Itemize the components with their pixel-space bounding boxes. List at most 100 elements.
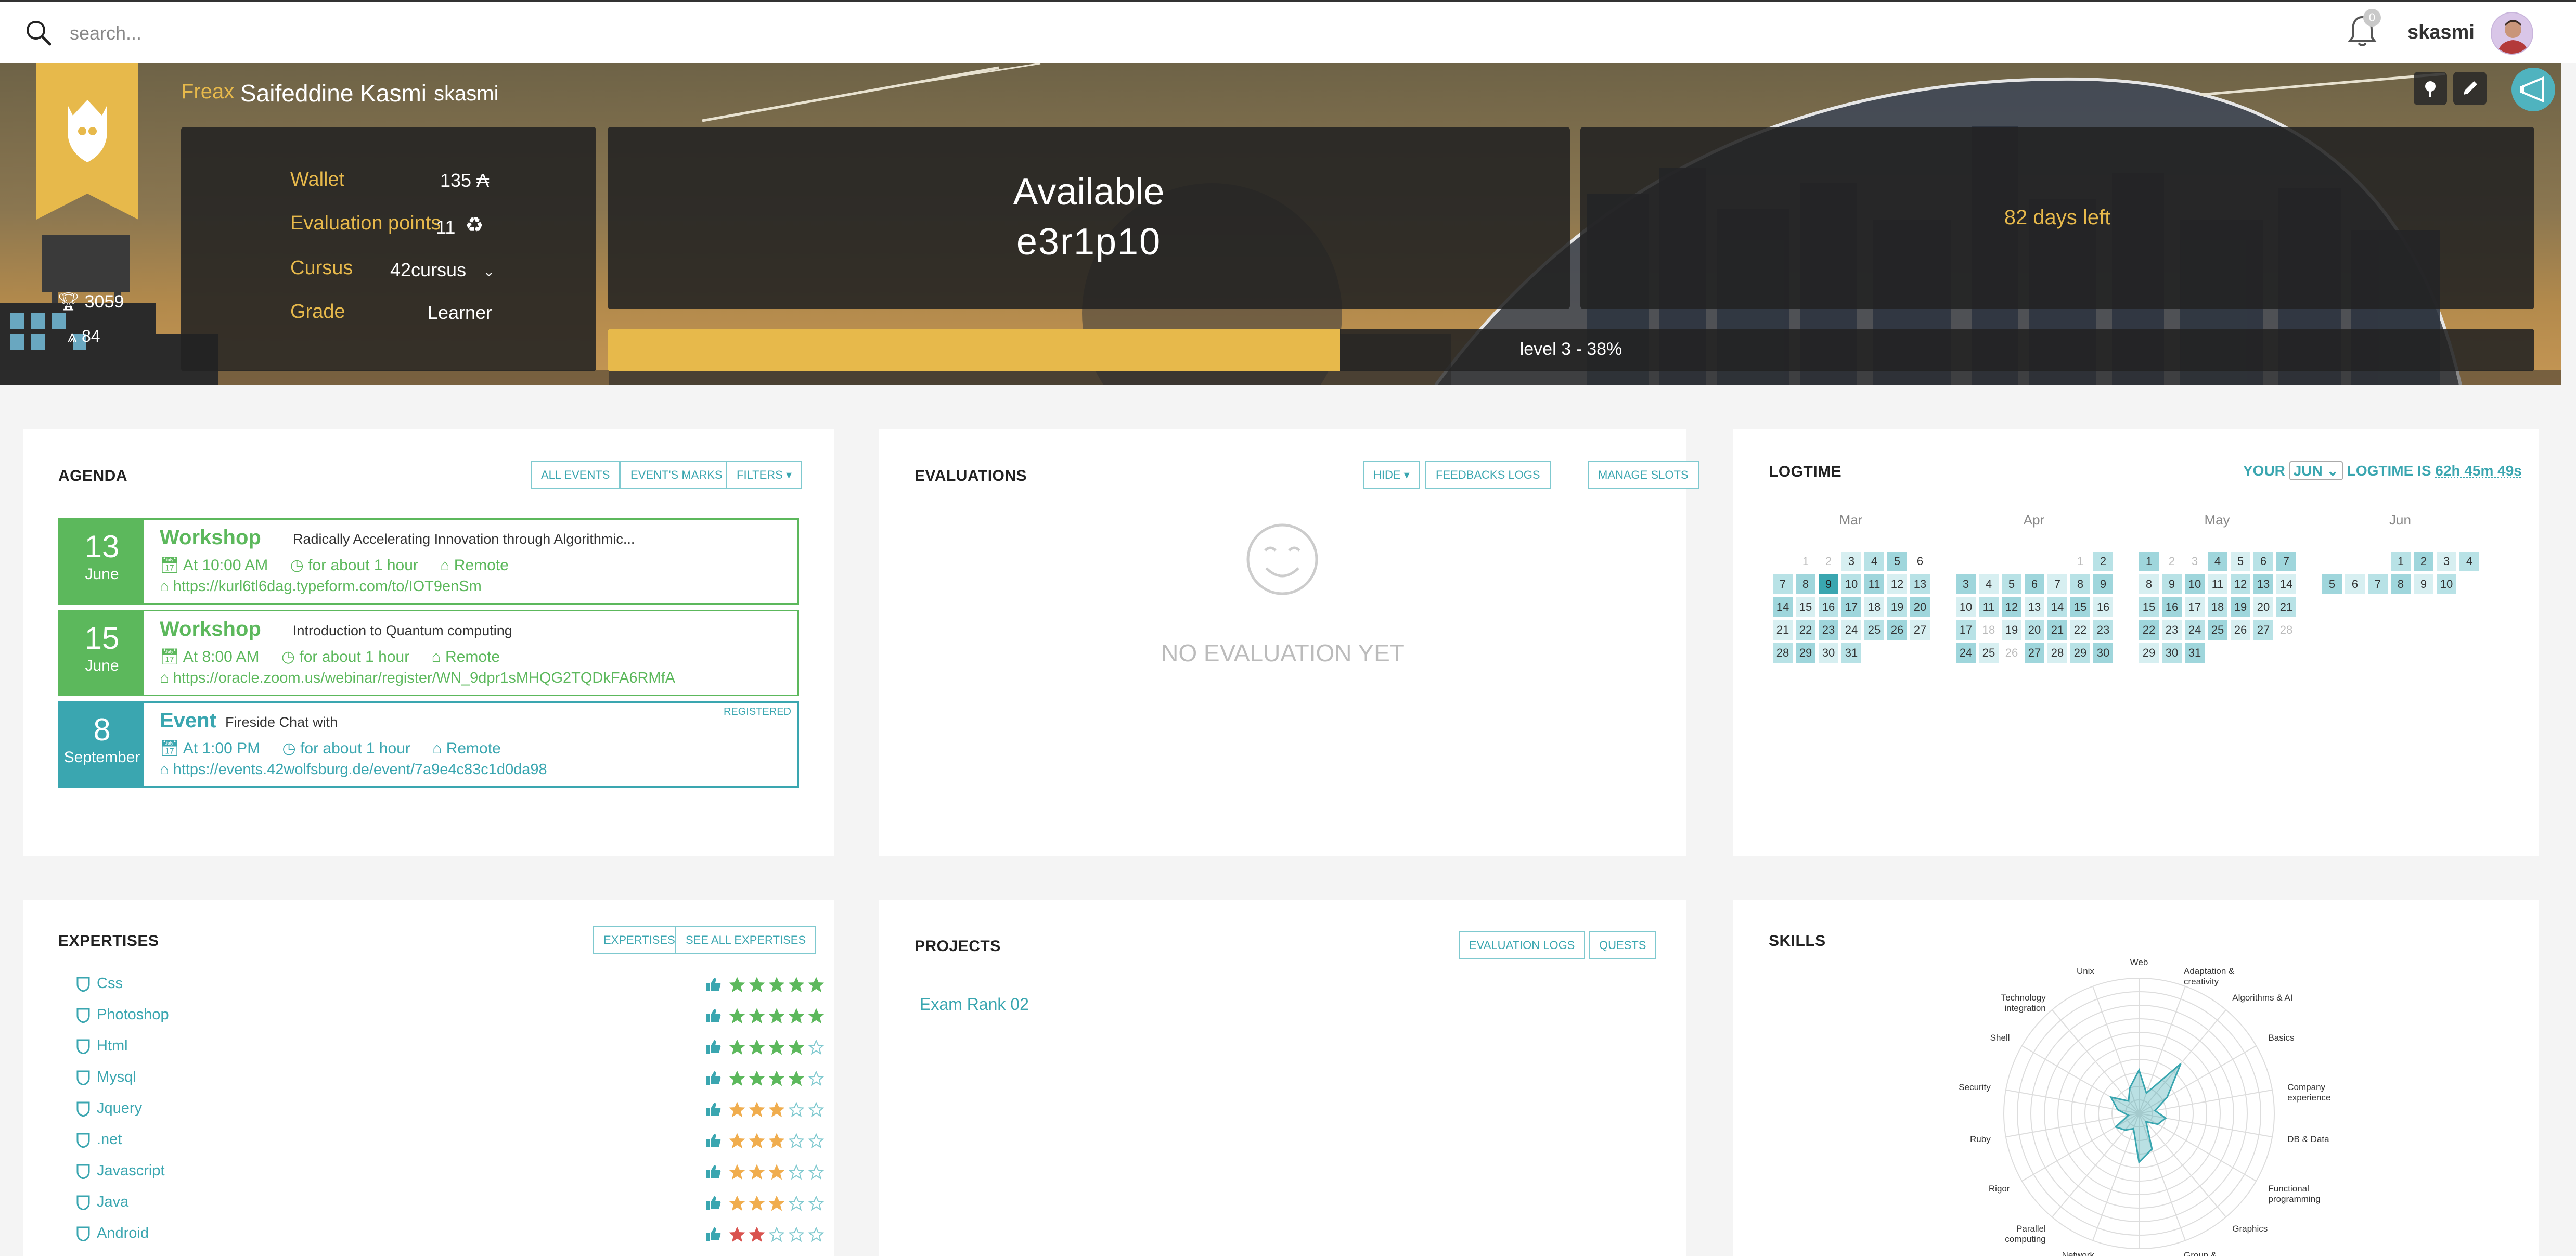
evaluation-logs-button[interactable]: EVALUATION LOGS	[1459, 931, 1586, 959]
calendar-day[interactable]: 14	[1773, 597, 1793, 617]
calendar-day[interactable]: 27	[2025, 643, 2044, 663]
star-empty-icon[interactable]	[808, 1070, 825, 1086]
search-icon[interactable]	[24, 18, 53, 47]
avatar[interactable]	[2491, 12, 2533, 55]
calendar-day[interactable]: 7	[1773, 574, 1793, 594]
calendar-day[interactable]: 30	[2093, 643, 2113, 663]
calendar-day[interactable]: 15	[1796, 597, 1815, 617]
manage-slots-button[interactable]: MANAGE SLOTS	[1588, 461, 1699, 489]
expertise-name[interactable]: .net	[97, 1131, 122, 1148]
event-url[interactable]: https://kurl6tl6dag.typeform.com/to/IOT9…	[173, 578, 482, 595]
all-events-button[interactable]: ALL EVENTS	[531, 461, 621, 489]
star-filled-icon[interactable]	[729, 1070, 745, 1086]
expertise-name[interactable]: Photoshop	[97, 1006, 169, 1023]
calendar-day[interactable]: 24	[2185, 620, 2205, 640]
calendar-day[interactable]: 4	[1864, 552, 1884, 571]
calendar-day[interactable]: 6	[1910, 552, 1930, 571]
expertise-name[interactable]: Mysql	[97, 1069, 136, 1086]
star-filled-icon[interactable]	[788, 977, 805, 993]
star-filled-icon[interactable]	[768, 1164, 785, 1180]
star-filled-icon[interactable]	[749, 977, 765, 993]
event-link[interactable]: ⌂ https://oracle.zoom.us/webinar/registe…	[160, 670, 675, 687]
calendar-day[interactable]: 9	[2162, 574, 2182, 594]
calendar-day[interactable]: 9	[1819, 574, 1838, 594]
calendar-day[interactable]: 22	[1796, 620, 1815, 640]
hide-button[interactable]: HIDE ▾	[1363, 461, 1420, 489]
edit-profile-button[interactable]	[2453, 72, 2487, 105]
star-empty-icon[interactable]	[808, 1133, 825, 1149]
calendar-day[interactable]: 6	[2253, 552, 2273, 571]
star-filled-icon[interactable]	[768, 1008, 785, 1024]
calendar-day[interactable]: 18	[1979, 620, 1999, 640]
calendar-day[interactable]: 5	[2231, 552, 2250, 571]
calendar-day[interactable]: 16	[1819, 597, 1838, 617]
calendar-day[interactable]: 4	[2208, 552, 2227, 571]
expertise-name[interactable]: Css	[97, 975, 123, 992]
star-filled-icon[interactable]	[729, 1039, 745, 1055]
calendar-day[interactable]: 28	[2047, 643, 2067, 663]
calendar-day[interactable]: 14	[2276, 574, 2296, 594]
filters-button[interactable]: FILTERS ▾	[726, 461, 802, 489]
calendar-day[interactable]: 6	[2345, 574, 2365, 594]
thumbs-up-icon[interactable]	[705, 1007, 722, 1024]
calendar-day[interactable]: 17	[1841, 597, 1861, 617]
calendar-day[interactable]: 3	[1956, 574, 1976, 594]
thumbs-up-icon[interactable]	[705, 1039, 722, 1055]
coalition-name[interactable]: Freax	[181, 80, 234, 104]
calendar-day[interactable]: 2	[2162, 552, 2182, 571]
calendar-day[interactable]: 16	[2093, 597, 2113, 617]
thumbs-up-icon[interactable]	[705, 1070, 722, 1086]
expertises-button[interactable]: EXPERTISES	[593, 926, 686, 954]
calendar-day[interactable]: 21	[2276, 597, 2296, 617]
calendar-day[interactable]: 10	[1956, 597, 1976, 617]
calendar-day[interactable]: 11	[2208, 574, 2227, 594]
star-filled-icon[interactable]	[749, 1039, 765, 1055]
search-input[interactable]	[70, 19, 538, 47]
thumbs-up-icon[interactable]	[705, 1101, 722, 1118]
calendar-day[interactable]: 26	[2231, 620, 2250, 640]
star-filled-icon[interactable]	[749, 1133, 765, 1149]
star-filled-icon[interactable]	[749, 1008, 765, 1024]
calendar-day[interactable]: 23	[2093, 620, 2113, 640]
calendar-day[interactable]: 18	[1864, 597, 1884, 617]
star-empty-icon[interactable]	[788, 1226, 805, 1242]
star-filled-icon[interactable]	[788, 1008, 805, 1024]
calendar-day[interactable]: 1	[2139, 552, 2159, 571]
calendar-day[interactable]: 9	[2093, 574, 2113, 594]
calendar-day[interactable]: 22	[2070, 620, 2090, 640]
expertise-name[interactable]: Jquery	[97, 1100, 142, 1117]
calendar-day[interactable]: 29	[1796, 643, 1815, 663]
calendar-day[interactable]: 7	[2276, 552, 2296, 571]
event-link[interactable]: ⌂ https://events.42wolfsburg.de/event/7a…	[160, 761, 547, 778]
star-filled-icon[interactable]	[729, 1101, 745, 1118]
calendar-day[interactable]: 26	[2002, 643, 2021, 663]
calendar-day[interactable]: 19	[2002, 620, 2021, 640]
calendar-day[interactable]: 25	[1979, 643, 1999, 663]
calendar-day[interactable]: 17	[1956, 620, 1976, 640]
star-filled-icon[interactable]	[749, 1101, 765, 1118]
calendar-day[interactable]: 21	[1773, 620, 1793, 640]
calendar-day[interactable]: 10	[2185, 574, 2205, 594]
calendar-day[interactable]: 3	[1841, 552, 1861, 571]
calendar-day[interactable]: 24	[1841, 620, 1861, 640]
calendar-day[interactable]: 2	[2093, 552, 2113, 571]
calendar-day[interactable]: 9	[2414, 574, 2433, 594]
star-filled-icon[interactable]	[749, 1164, 765, 1180]
calendar-day[interactable]: 1	[2070, 552, 2090, 571]
calendar-day[interactable]: 27	[2253, 620, 2273, 640]
calendar-day[interactable]: 20	[2025, 620, 2044, 640]
calendar-day[interactable]: 7	[2368, 574, 2388, 594]
calendar-day[interactable]: 31	[2185, 643, 2205, 663]
star-empty-icon[interactable]	[808, 1195, 825, 1211]
cursus-select[interactable]: 42cursus ⌄	[390, 259, 495, 281]
calendar-day[interactable]: 5	[2322, 574, 2342, 594]
star-filled-icon[interactable]	[768, 1195, 785, 1211]
star-filled-icon[interactable]	[749, 1070, 765, 1086]
calendar-day[interactable]: 6	[2025, 574, 2044, 594]
star-empty-icon[interactable]	[788, 1101, 805, 1118]
calendar-day[interactable]: 29	[2139, 643, 2159, 663]
calendar-day[interactable]: 31	[1841, 643, 1861, 663]
quests-button[interactable]: QUESTS	[1589, 931, 1657, 959]
thumbs-up-icon[interactable]	[705, 1132, 722, 1149]
calendar-day[interactable]: 19	[2231, 597, 2250, 617]
